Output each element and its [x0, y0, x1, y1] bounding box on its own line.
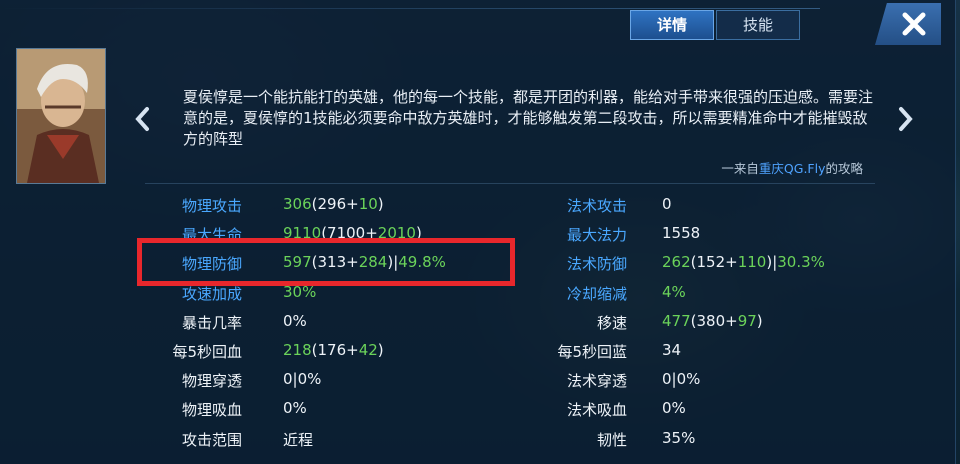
stat-value-part: 35% — [662, 428, 696, 447]
stat-value: 477(380+97) — [662, 312, 763, 330]
stat-label: 每5秒回血 — [172, 343, 242, 361]
stat-value: 306(296+10) — [283, 195, 384, 213]
stat-value-part: 30.3% — [777, 253, 825, 272]
close-button[interactable] — [875, 3, 941, 45]
stat-value-part: ) — [377, 195, 384, 213]
stat-label: 暴击几率 — [181, 313, 242, 332]
stat-value-part: )| — [766, 253, 778, 272]
stat-value: 218(176+42) — [283, 341, 384, 359]
stat-value-part: (380+ — [690, 311, 738, 330]
stat-value-part: 10 — [358, 195, 378, 213]
stat-value-part: 218 — [283, 341, 312, 359]
guide-credit: 一来自重庆QG.Fly的攻略 — [721, 158, 863, 177]
stat-value: 4% — [662, 283, 686, 301]
stat-value-part: 0|0% — [662, 370, 701, 389]
stat-value: 近程 — [283, 429, 313, 450]
hero-description: 夏侯惇是一个能抗能打的英雄，他的每一个技能，都是开团的利器，能给对手带来很强的压… — [183, 88, 874, 148]
stat-label: 每5秒回蓝 — [557, 343, 627, 361]
stat-value-part: 0% — [283, 399, 307, 418]
stat-label: 物理穿透 — [181, 372, 242, 391]
stat-value: 262(152+110)|30.3% — [662, 253, 825, 271]
prev-arrow-icon[interactable] — [133, 106, 151, 132]
stat-value: 35% — [662, 429, 695, 447]
stat-value-part: 34 — [662, 341, 682, 359]
panel-border — [0, 8, 820, 9]
tab-bar: 详情 技能 — [630, 10, 802, 40]
stat-label: 法术穿透 — [566, 372, 627, 391]
stat-value-part: ) — [756, 311, 763, 330]
tab-details[interactable]: 详情 — [630, 10, 714, 40]
credit-prefix: 一来自 — [721, 161, 759, 176]
stat-label: 移速 — [596, 313, 627, 332]
stat-value-part: 4% — [662, 282, 686, 301]
stat-value-part: 0% — [662, 399, 686, 418]
next-arrow-icon[interactable] — [897, 106, 915, 132]
credit-author[interactable]: 重庆QG.Fly — [759, 161, 826, 176]
stat-value: 0% — [283, 312, 307, 330]
stat-value-part: ) — [377, 341, 384, 359]
stat-value-part: 近程 — [283, 430, 314, 449]
hero-portrait — [16, 48, 106, 184]
hero-detail-panel: 详情 技能 夏侯惇是一个能抗能打的英雄，他的每一个技能，都是开团的利器，能给对手… — [0, 0, 956, 464]
stat-value: 0|0% — [283, 370, 321, 388]
stat-value: 1558 — [662, 224, 700, 242]
stat-value-part: 0% — [283, 311, 307, 330]
stat-value-part: 306 — [283, 195, 312, 213]
divider — [145, 183, 875, 184]
stat-label: 法术防御 — [566, 255, 627, 274]
stat-value-part: 42 — [358, 341, 378, 359]
stat-value-part: 0|0% — [283, 370, 322, 389]
stat-value-part: 262 — [662, 253, 691, 272]
stat-value-part: (152+ — [690, 253, 738, 272]
stat-label: 物理吸血 — [181, 401, 242, 420]
stat-label: 冷却缩减 — [566, 284, 627, 303]
stat-value: 0% — [283, 399, 307, 417]
stat-value-part: 110 — [737, 253, 767, 272]
stat-label: 物理攻击 — [181, 197, 242, 215]
tab-skills[interactable]: 技能 — [716, 10, 800, 40]
credit-suffix: 的攻略 — [825, 161, 863, 176]
highlight-box — [137, 238, 515, 286]
stat-label: 韧性 — [596, 430, 627, 449]
stat-label: 最大法力 — [566, 226, 627, 245]
stat-value-part: 0 — [662, 195, 672, 213]
stat-label: 法术吸血 — [566, 401, 627, 420]
stat-value-part: 477 — [662, 311, 691, 330]
close-icon — [902, 12, 926, 36]
hero-portrait-image — [17, 49, 105, 183]
stat-value-part: 1558 — [662, 224, 701, 243]
stat-value: 34 — [662, 341, 681, 359]
stat-value: 0% — [662, 399, 686, 417]
stat-value-part: (176+ — [311, 341, 359, 359]
stat-label: 攻击范围 — [181, 430, 242, 449]
stat-value: 0|0% — [662, 370, 700, 388]
stat-value-part: (296+ — [311, 195, 359, 213]
stat-value-part: 97 — [737, 311, 757, 330]
stat-label: 法术攻击 — [566, 197, 627, 215]
stat-value: 0 — [662, 195, 672, 213]
